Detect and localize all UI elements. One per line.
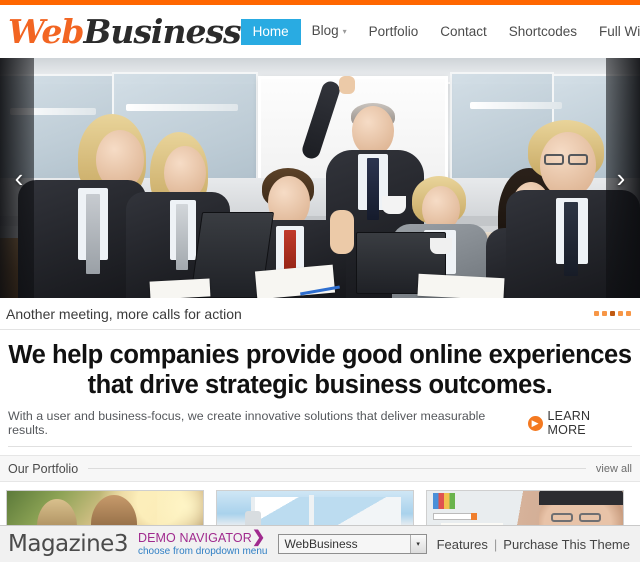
nav-label-contact: Contact xyxy=(440,23,487,39)
demo-navigator-title: DEMO NAVIGATOR xyxy=(137,531,252,546)
slider-dot-1[interactable] xyxy=(594,311,599,316)
dropdown-arrow-icon[interactable]: ▾ xyxy=(409,535,426,553)
demo-select-dropdown[interactable]: WebBusiness ▾ xyxy=(277,534,427,554)
portfolio-title: Our Portfolio xyxy=(8,461,79,476)
hero-subrow: With a user and business-focus, we creat… xyxy=(8,409,632,447)
nav-item-shortcodes[interactable]: Shortcodes xyxy=(498,20,588,44)
slider-dot-4[interactable] xyxy=(618,311,623,316)
main-navigation: Home Blog ▾ Portfolio Contact Shortcodes … xyxy=(240,18,640,45)
slider-dot-2[interactable] xyxy=(602,311,607,316)
magazine3-brand[interactable]: Magazine3 xyxy=(8,532,128,556)
slider-caption-text: Another meeting, more calls for action xyxy=(6,305,242,322)
slider-caption-bar: Another meeting, more calls for action xyxy=(0,298,640,330)
play-arrow-icon: ▶ xyxy=(527,415,543,431)
link-separator: | xyxy=(493,536,498,552)
hero-slider[interactable]: ‹ › xyxy=(0,58,640,298)
nav-item-portfolio[interactable]: Portfolio xyxy=(358,20,430,44)
portfolio-view-all-link[interactable]: view all xyxy=(596,463,632,475)
nav-item-home[interactable]: Home xyxy=(240,18,301,45)
learn-more-button[interactable]: ▶ LEARN MORE xyxy=(527,409,632,437)
nav-label-home: Home xyxy=(252,23,289,39)
purchase-theme-link[interactable]: Purchase This Theme xyxy=(503,537,630,552)
headline-line-1: We help companies provide good online ex… xyxy=(8,341,632,369)
portfolio-divider xyxy=(88,468,586,469)
nav-item-full-width[interactable]: Full Width xyxy=(588,20,640,44)
nav-label-shortcodes: Shortcodes xyxy=(508,23,578,39)
headline-line-2: that drive strategic business outcomes. xyxy=(87,371,553,399)
nav-label-blog: Blog xyxy=(311,23,339,39)
hero-subtext: With a user and business-focus, we creat… xyxy=(8,409,486,437)
chevron-down-icon: ▾ xyxy=(342,26,347,36)
slider-pagination xyxy=(594,311,631,316)
page-title: We help companies provide good online ex… xyxy=(8,340,632,400)
logo-text-secondary: Business xyxy=(83,12,241,51)
slider-dot-3[interactable] xyxy=(610,311,615,316)
slide-image xyxy=(0,58,640,298)
bottombar-links: Features | Purchase This Theme xyxy=(437,537,632,552)
slider-next-arrow-icon[interactable]: › xyxy=(604,151,638,205)
features-link[interactable]: Features xyxy=(437,537,488,552)
demo-navigator-label: DEMO NAVIGATOR❯ choose from dropdown men… xyxy=(137,529,268,558)
learn-more-label: LEARN MORE xyxy=(547,409,591,437)
nav-item-blog[interactable]: Blog ▾ xyxy=(301,19,358,43)
nav-label-portfolio: Portfolio xyxy=(368,23,419,39)
demo-navigator-subtitle: choose from dropdown menu xyxy=(137,546,268,558)
site-logo[interactable]: WebBusiness xyxy=(8,12,242,51)
page-root: WebBusiness Home Blog ▾ Portfolio Contact… xyxy=(0,0,640,562)
hero-section: We help companies provide good online ex… xyxy=(0,330,640,447)
demo-select-value: WebBusiness xyxy=(284,537,358,551)
logo-text-primary: Web xyxy=(8,12,84,51)
nav-label-full-width: Full Width xyxy=(599,23,640,39)
portfolio-header: Our Portfolio view all xyxy=(0,455,640,482)
slider-prev-arrow-icon[interactable]: ‹ xyxy=(2,151,36,205)
chevron-right-icon: ❯ xyxy=(251,529,266,547)
demo-navigator-bar: Magazine3 DEMO NAVIGATOR❯ choose from dr… xyxy=(0,525,640,562)
slider-dot-5[interactable] xyxy=(626,311,631,316)
site-header: WebBusiness Home Blog ▾ Portfolio Contact… xyxy=(0,5,640,58)
nav-item-contact[interactable]: Contact xyxy=(429,20,498,44)
